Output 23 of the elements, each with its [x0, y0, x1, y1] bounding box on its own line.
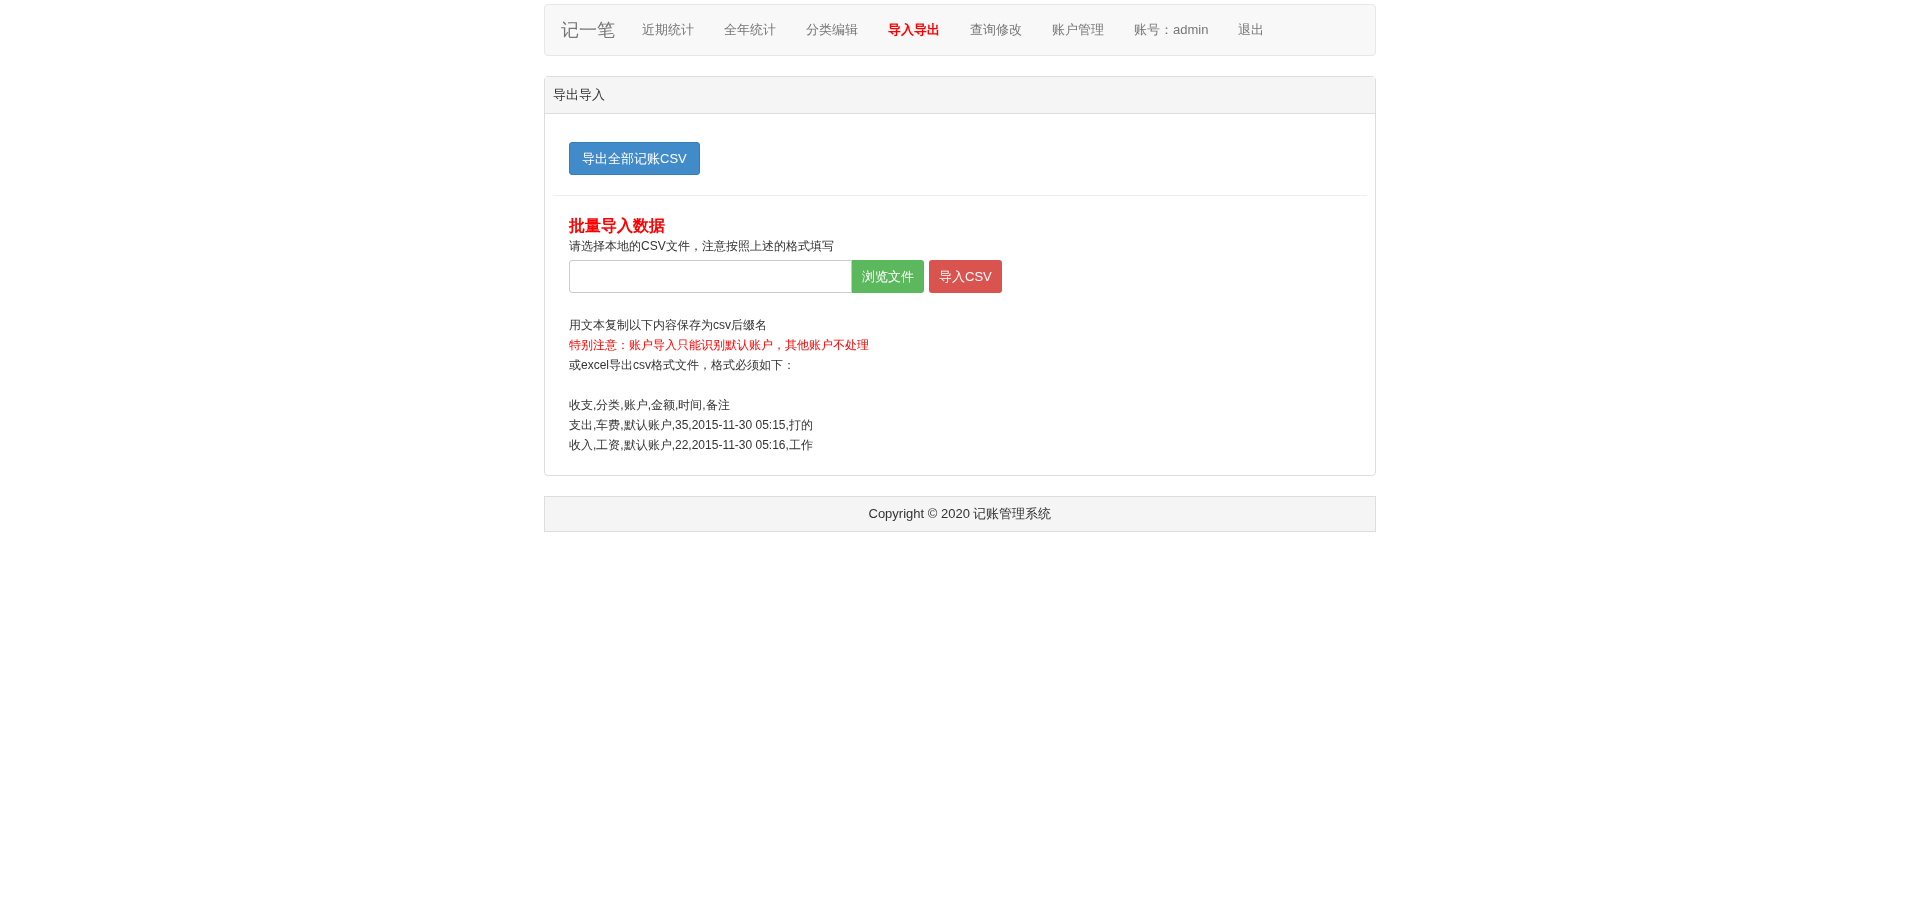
note-line: 收支,分类,账户,金额,时间,备注 [569, 397, 731, 414]
nav-link[interactable]: 导入导出 [873, 20, 955, 40]
file-path-field[interactable] [569, 260, 852, 293]
nav-link[interactable]: 分类编辑 [791, 20, 873, 40]
copyright-text: Copyright © 2020 记账管理系统 [868, 505, 1052, 524]
note-line: 用文本复制以下内容保存为csv后缀名 [569, 317, 768, 334]
browse-button[interactable]: 浏览文件 [852, 260, 924, 293]
note-line: 或excel导出csv格式文件，格式必须如下： [569, 357, 796, 374]
note-line: 收入,工资,默认账户,22,2015-11-30 05:16,工作 [569, 437, 814, 454]
brand-logo[interactable]: 记一笔 [561, 16, 615, 44]
import-button[interactable]: 导入CSV [929, 260, 1002, 293]
import-hint: 请选择本地的CSV文件，注意按照上述的格式填写 [569, 238, 835, 255]
nav-link[interactable]: 账户管理 [1037, 20, 1119, 40]
export-button[interactable]: 导出全部记账CSV [569, 142, 700, 175]
note-line: 支出,车费,默认账户,35,2015-11-30 05:15,打的 [569, 417, 814, 434]
nav-link[interactable]: 退出 [1223, 20, 1280, 40]
nav-link[interactable]: 查询修改 [955, 20, 1037, 40]
import-heading: 批量导入数据 [569, 216, 666, 236]
nav-link[interactable]: 账号：admin [1119, 20, 1224, 40]
nav-link[interactable]: 近期统计 [627, 20, 709, 40]
nav-link[interactable]: 全年统计 [709, 20, 791, 40]
panel-title: 导出导入 [553, 86, 605, 105]
note-line: 特别注意：账户导入只能识别默认账户，其他账户不处理 [569, 337, 870, 354]
